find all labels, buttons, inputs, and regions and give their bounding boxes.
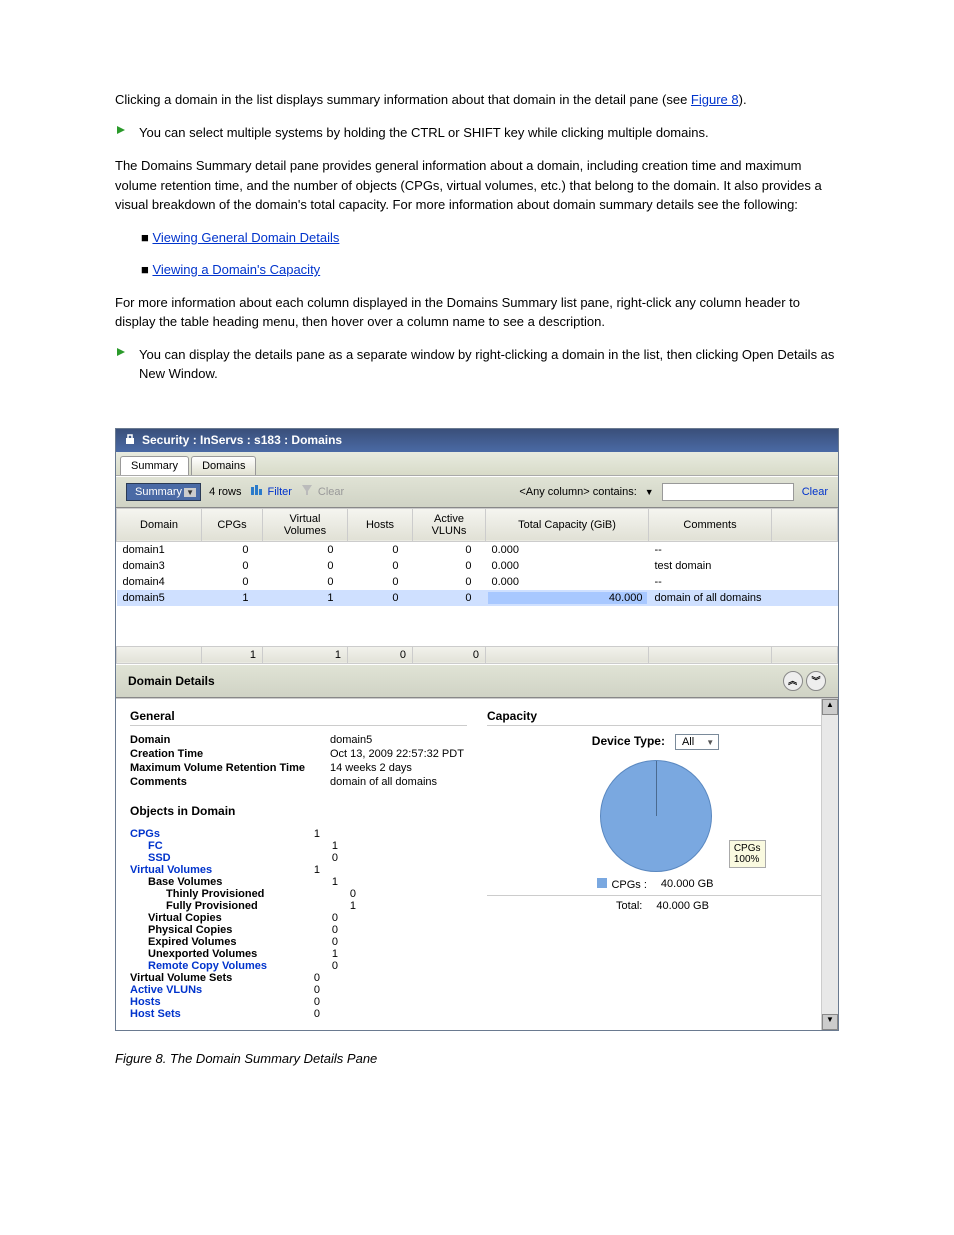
row-count: 4 rows (209, 486, 241, 498)
clear-search-button[interactable]: Clear (802, 486, 828, 498)
collapse-up-button[interactable]: ︽ (783, 671, 803, 691)
text: For more information about each column d… (115, 293, 839, 332)
col-comments[interactable]: Comments (649, 508, 772, 541)
col-cpgs[interactable]: CPGs (202, 508, 263, 541)
capacity-pie-chart (600, 760, 712, 872)
view-dropdown[interactable]: Summary (126, 483, 201, 501)
value: domain of all domains (330, 776, 437, 788)
filter-button[interactable]: Filter (249, 483, 291, 500)
tip-text: You can display the details pane as a se… (139, 345, 839, 384)
section-general: General (130, 709, 467, 726)
table-row[interactable]: domain300000.000test domain (117, 558, 838, 574)
legend-total-value: 40.000 GB (656, 900, 709, 912)
label: Maximum Volume Retention Time (130, 762, 330, 774)
object-row[interactable]: Virtual Volumes1 (130, 864, 467, 876)
window-title: Security : InServs : s183 : Domains (142, 433, 342, 447)
table-row[interactable]: domain400000.000-- (117, 574, 838, 590)
table-row[interactable]: domain100000.000-- (117, 541, 838, 558)
domain-details-window: Security : InServs : s183 : Domains Summ… (115, 428, 839, 1031)
totals-row: 1 1 0 0 (117, 646, 838, 663)
legend-total: Total: (616, 900, 642, 912)
details-header: Domain Details (128, 674, 215, 688)
object-row[interactable]: Host Sets0 (130, 1008, 467, 1020)
tip-arrow-icon (115, 123, 129, 137)
clear-filter-button[interactable]: Clear (300, 483, 344, 500)
object-row[interactable]: CPGs1 (130, 828, 467, 840)
tip-text: You can select multiple systems by holdi… (139, 123, 709, 143)
col-domain[interactable]: Domain (117, 508, 202, 541)
value: Oct 13, 2009 22:57:32 PDT (330, 748, 464, 760)
object-row: Thinly Provisioned0 (130, 888, 467, 900)
details-scrollbar[interactable]: ▲ ▼ (821, 699, 838, 1030)
object-row: Virtual Volume Sets0 (130, 972, 467, 984)
lock-icon (124, 433, 136, 448)
pie-slice-label: CPGs 100% (729, 840, 766, 868)
table-row[interactable]: domain5110040.000domain of all domains (117, 590, 838, 606)
text: ). (739, 92, 747, 107)
object-row: Physical Copies0 (130, 924, 467, 936)
text: The Domains Summary detail pane provides… (115, 156, 839, 215)
legend-cpgs: CPGs : (611, 879, 646, 891)
device-type-select[interactable]: All (675, 734, 719, 750)
col-cap[interactable]: Total Capacity (GiB) (486, 508, 649, 541)
label: Comments (130, 776, 330, 788)
link-capacity[interactable]: Viewing a Domain's Capacity (152, 262, 320, 277)
value: domain5 (330, 734, 372, 746)
device-type-label: Device Type: (592, 734, 665, 748)
figure-link[interactable]: Figure 8 (691, 92, 739, 107)
col-hosts[interactable]: Hosts (348, 508, 413, 541)
link-general-details[interactable]: Viewing General Domain Details (152, 230, 339, 245)
value: 14 weeks 2 days (330, 762, 412, 774)
object-row: Virtual Copies0 (130, 912, 467, 924)
figure-caption: Figure 8. The Domain Summary Details Pan… (115, 1049, 839, 1069)
object-row[interactable]: Remote Copy Volumes0 (130, 960, 467, 972)
section-capacity: Capacity (487, 709, 824, 726)
tip-arrow-icon (115, 345, 129, 359)
object-row[interactable]: FC1 (130, 840, 467, 852)
clear-filter-icon (300, 483, 314, 500)
label: Creation Time (130, 748, 330, 760)
object-row: Unexported Volumes1 (130, 948, 467, 960)
tab-summary[interactable]: Summary (120, 456, 189, 475)
label: Domain (130, 734, 330, 746)
domains-table: Domain CPGs Virtual Volumes Hosts Active… (116, 508, 838, 664)
section-objects: Objects in Domain (130, 804, 467, 820)
tab-bar: Summary Domains (116, 452, 838, 476)
col-vv[interactable]: Virtual Volumes (263, 508, 348, 541)
text: Clicking a domain in the list displays s… (115, 92, 691, 107)
object-row[interactable]: SSD0 (130, 852, 467, 864)
col-spacer (772, 508, 838, 541)
legend-cpgs-value: 40.000 GB (661, 878, 714, 890)
legend-swatch-cpgs (597, 878, 607, 888)
collapse-down-button[interactable]: ︾ (806, 671, 826, 691)
tab-domains[interactable]: Domains (191, 456, 256, 475)
filter-icon (249, 483, 263, 500)
search-label: <Any column> contains: (519, 486, 636, 498)
object-row[interactable]: Hosts0 (130, 996, 467, 1008)
col-vluns[interactable]: Active VLUNs (413, 508, 486, 541)
object-row: Base Volumes1 (130, 876, 467, 888)
chevron-down-icon[interactable]: ▼ (645, 487, 654, 497)
object-row[interactable]: Active VLUNs0 (130, 984, 467, 996)
search-input[interactable] (662, 483, 794, 501)
object-row: Fully Provisioned1 (130, 900, 467, 912)
object-row: Expired Volumes0 (130, 936, 467, 948)
